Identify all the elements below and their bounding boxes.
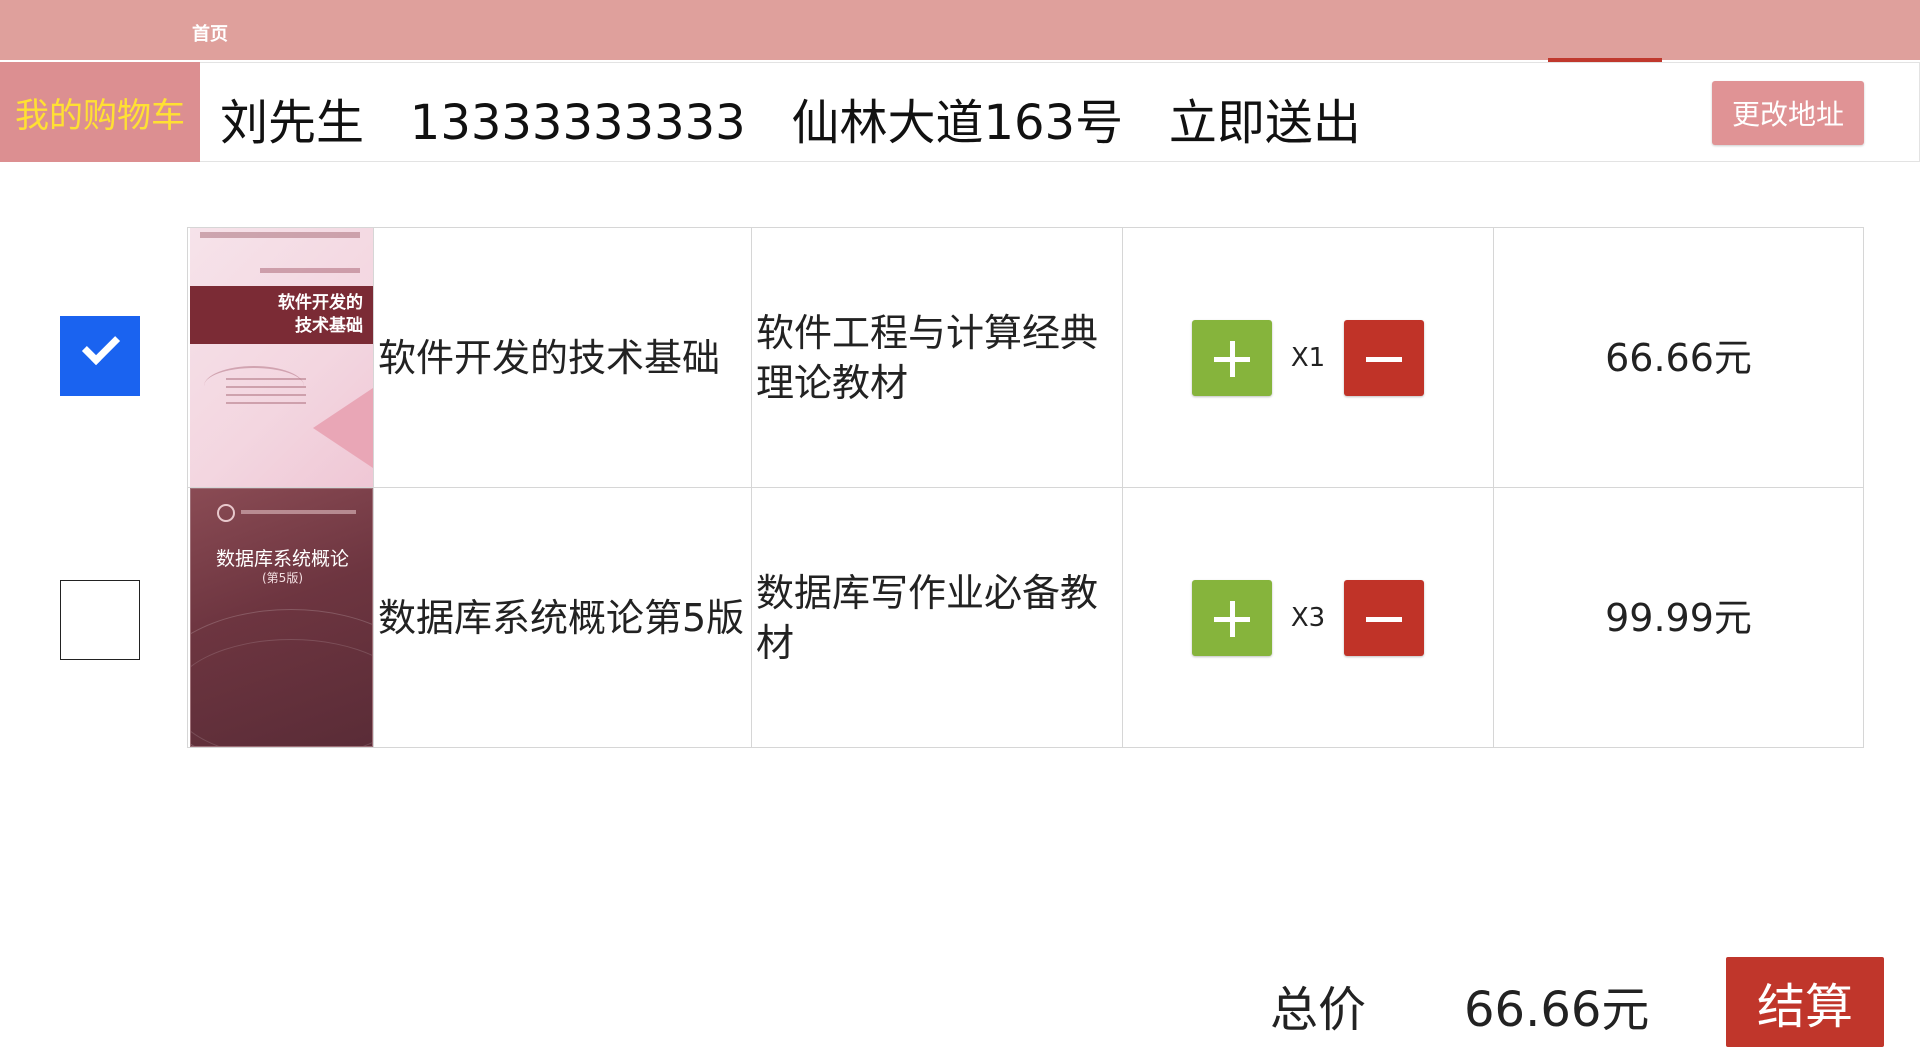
my-cart-label: 我的购物车 [0, 62, 200, 162]
cart-table: 软件开发的 技术基础 软件开发的技术基础 软件工程与计算经典理论教材 X1 66… [187, 227, 1864, 748]
book-name: 软件开发的技术基础 [378, 335, 721, 380]
change-address-button[interactable]: 更改地址 [1712, 81, 1864, 145]
cover-edition: (第5版) [262, 571, 303, 585]
item-price: 99.99元 [1605, 595, 1752, 640]
checkmark-icon [81, 326, 121, 366]
quantity-value: X1 [1290, 342, 1326, 373]
total-price-value: 66.66元 [1464, 982, 1650, 1038]
cart-row: 软件开发的 技术基础 软件开发的技术基础 软件工程与计算经典理论教材 X1 66… [188, 228, 1863, 488]
decrease-quantity-button[interactable] [1344, 319, 1424, 396]
item-checkbox-checked[interactable] [60, 316, 140, 396]
quantity-cell: X1 [1122, 228, 1493, 487]
cart-row: 数据库系统概论 (第5版) 数据库系统概论第5版 数据库写作业必备教材 X3 9… [188, 488, 1863, 747]
book-description-cell: 数据库写作业必备教材 [751, 488, 1122, 747]
price-cell: 99.99元 [1493, 488, 1863, 747]
checkout-button[interactable]: 结算 [1726, 957, 1884, 1047]
delivery-address-text: 刘先生 13333333333 仙林大道163号 立即送出 [220, 95, 1361, 151]
total-price-label: 总价 [1270, 982, 1367, 1038]
delivery-address-panel: 刘先生 13333333333 仙林大道163号 立即送出 更改地址 [200, 62, 1920, 162]
quantity-cell: X3 [1122, 488, 1493, 747]
quantity-stepper: X3 [1123, 579, 1493, 656]
book-cover-cell: 软件开发的 技术基础 [188, 228, 373, 487]
increase-quantity-button[interactable] [1192, 579, 1272, 656]
book-name-cell: 软件开发的技术基础 [373, 228, 751, 487]
quantity-value: X3 [1290, 602, 1326, 633]
nav-home-link[interactable]: 首页 [192, 20, 228, 46]
book-description: 软件工程与计算经典理论教材 [756, 310, 1099, 405]
increase-quantity-button[interactable] [1192, 319, 1272, 396]
book-description: 数据库写作业必备教材 [756, 570, 1099, 665]
cover-title: 软件开发的 技术基础 [278, 293, 363, 336]
decrease-quantity-button[interactable] [1344, 579, 1424, 656]
item-checkbox-unchecked[interactable] [60, 580, 140, 660]
item-price: 66.66元 [1605, 335, 1752, 380]
quantity-stepper: X1 [1123, 319, 1493, 396]
cover-title: 数据库系统概论 [215, 548, 349, 570]
book-name-cell: 数据库系统概论第5版 [373, 488, 751, 747]
book-cover-image: 软件开发的 技术基础 [190, 228, 373, 487]
book-name: 数据库系统概论第5版 [378, 595, 745, 640]
top-nav-bar: 首页 [0, 0, 1920, 62]
price-cell: 66.66元 [1493, 228, 1863, 487]
book-description-cell: 软件工程与计算经典理论教材 [751, 228, 1122, 487]
book-cover-cell: 数据库系统概论 (第5版) [188, 488, 373, 747]
book-cover-image: 数据库系统概论 (第5版) [190, 488, 373, 747]
